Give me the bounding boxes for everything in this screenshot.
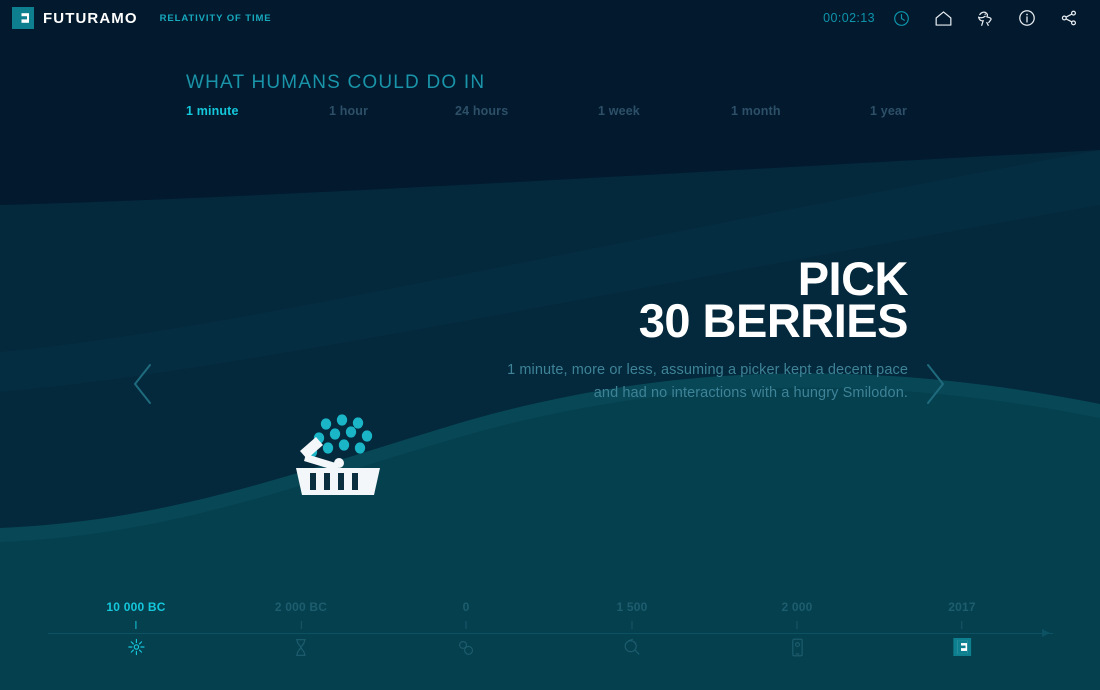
- history-timeline: 10 000 BC 2 000 BC 0 1 500 2 000 2017: [0, 600, 1100, 690]
- dinosaur-icon[interactable]: [968, 1, 1002, 35]
- timeline-tick: [961, 621, 963, 629]
- telescope-icon: [616, 636, 647, 658]
- timeline-point-label: 10 000 BC: [106, 600, 166, 614]
- hourglass-icon: [275, 636, 327, 658]
- prev-slide-button[interactable]: [130, 362, 156, 406]
- brand[interactable]: FUTURAMO RELATIVITY OF TIME: [0, 7, 272, 29]
- header-actions: 00:02:13: [823, 1, 1100, 35]
- chain-link-icon: [457, 636, 476, 658]
- timeline-tick: [631, 621, 633, 629]
- tab-1-minute[interactable]: 1 minute: [186, 104, 239, 118]
- timeline-tick: [300, 621, 302, 629]
- timeline-tick: [135, 621, 137, 629]
- futuramo-logo-icon: [12, 7, 34, 29]
- timeline-arrow-icon: [1042, 629, 1050, 637]
- section-title: WHAT HUMANS COULD DO IN: [186, 72, 486, 93]
- app-header: FUTURAMO RELATIVITY OF TIME 00:02:13: [0, 0, 1100, 36]
- hero-block: PICK 30 BERRIES 1 minute, more or less, …: [488, 255, 909, 404]
- timeline-tick: [465, 621, 467, 629]
- timeline-tick: [796, 621, 798, 629]
- chevron-right-icon: [927, 364, 944, 404]
- timeline-point-label: 2 000: [781, 600, 813, 614]
- share-icon[interactable]: [1052, 1, 1086, 35]
- brand-subtitle: RELATIVITY OF TIME: [159, 13, 272, 24]
- mobile-phone-icon: [781, 636, 812, 658]
- home-icon[interactable]: [926, 1, 960, 35]
- timeline-point[interactable]: 10 000 BC: [106, 600, 165, 658]
- timeline-point[interactable]: 2 000 BC: [275, 600, 327, 658]
- session-timer: 00:02:13: [823, 11, 875, 25]
- tab-1-hour[interactable]: 1 hour: [329, 104, 368, 118]
- timeline-point-label: 2017: [948, 600, 976, 614]
- tab-24-hours[interactable]: 24 hours: [455, 104, 508, 118]
- timeline-point[interactable]: 2017: [948, 600, 976, 658]
- timeline-axis: [48, 633, 1053, 634]
- hero-description: 1 minute, more or less, assuming a picke…: [507, 361, 908, 401]
- futuramo-logo-icon: [948, 636, 976, 658]
- hero-title-line2: 30 BERRIES: [638, 294, 909, 348]
- next-slide-button[interactable]: [922, 362, 948, 406]
- timeline-point[interactable]: 1 500: [616, 600, 647, 658]
- info-icon[interactable]: [1010, 1, 1044, 35]
- berry-basket-icon: [292, 400, 388, 501]
- clock-icon[interactable]: [884, 1, 918, 35]
- brand-name: FUTURAMO: [43, 9, 138, 27]
- chevron-left-icon: [134, 364, 151, 404]
- sun-spark-icon: [106, 636, 165, 658]
- timeline-point[interactable]: 0: [457, 600, 476, 658]
- hero-title: PICK 30 BERRIES: [488, 255, 909, 348]
- timeline-point[interactable]: 2 000: [781, 600, 812, 658]
- timeline-point-label: 0: [462, 600, 470, 614]
- tab-1-week[interactable]: 1 week: [598, 104, 640, 118]
- tab-1-year[interactable]: 1 year: [870, 104, 907, 118]
- timeline-point-label: 1 500: [616, 600, 648, 614]
- tab-1-month[interactable]: 1 month: [731, 104, 781, 118]
- time-range-tabs: 1 minute 1 hour 24 hours 1 week 1 month 1 yea…: [186, 104, 946, 122]
- timeline-point-label: 2 000 BC: [274, 600, 328, 614]
